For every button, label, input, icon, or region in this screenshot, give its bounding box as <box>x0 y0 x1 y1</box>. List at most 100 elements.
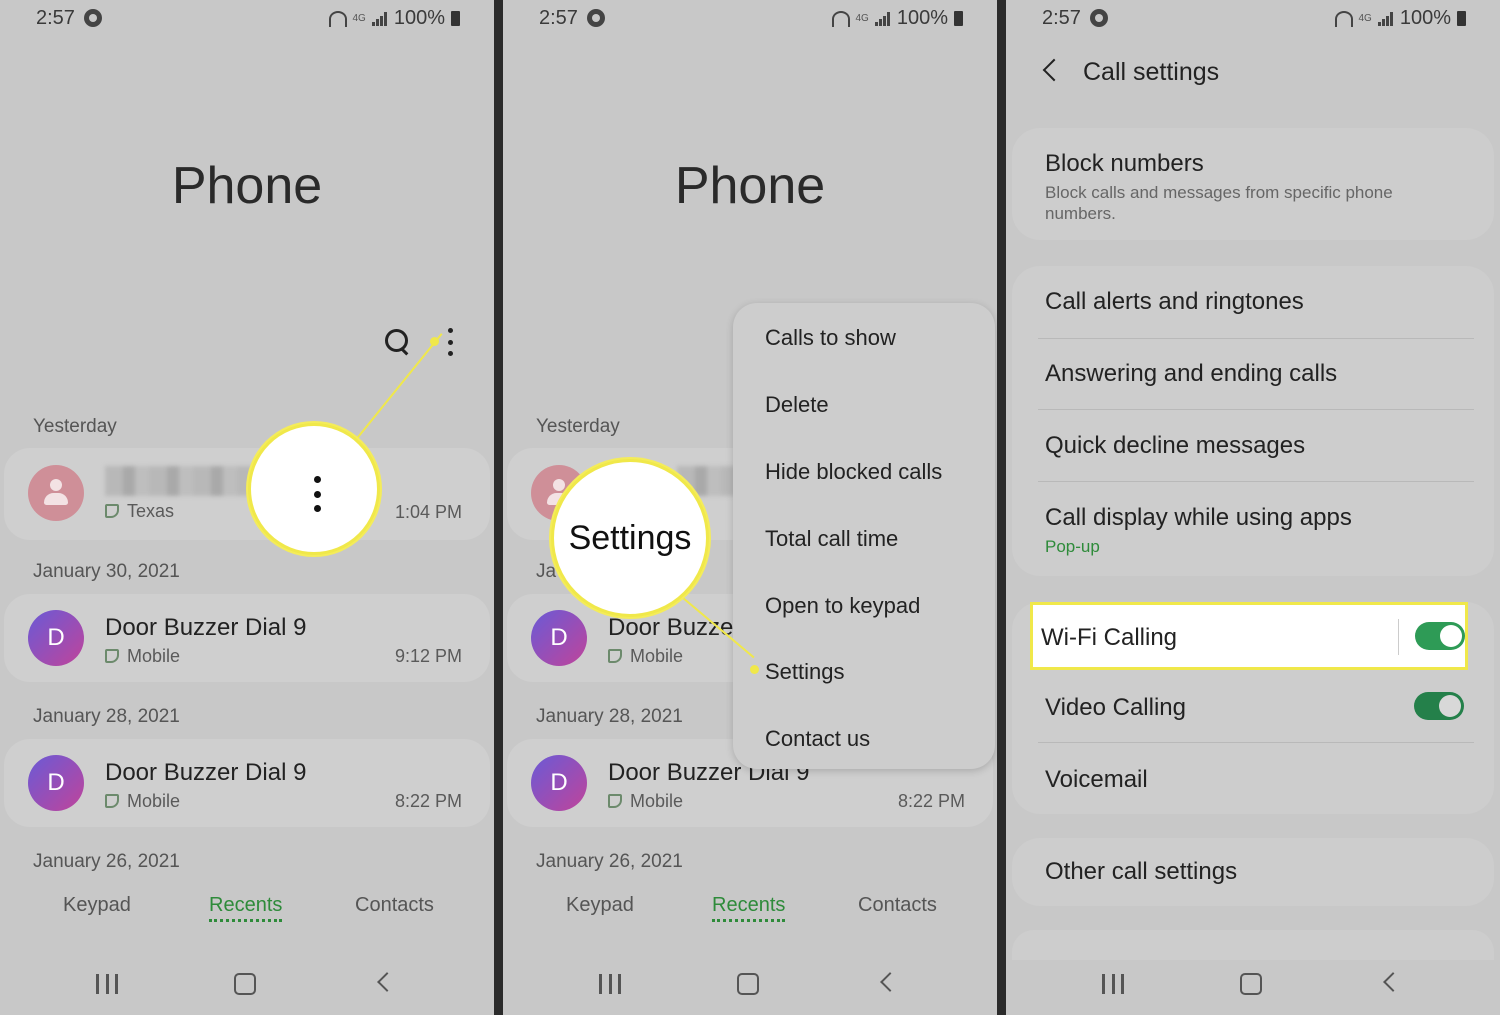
call-settings-panel: 2:57 4G 100% Call settings Block numbers… <box>1006 0 1500 1015</box>
system-nav-bar <box>0 966 494 1002</box>
back-arrow-icon[interactable] <box>1042 58 1066 82</box>
wifi-calling-label: Wi-Fi Calling <box>1041 624 1178 651</box>
bottom-tabs: Keypad Recents Contacts <box>0 894 494 926</box>
menu-item-settings[interactable]: Settings <box>765 659 845 685</box>
phone-recents-panel: 2:57 4G 100% Phone Yesterday Texas 1:04 … <box>0 0 494 1015</box>
signal-icon <box>371 11 388 26</box>
recent-apps-icon[interactable] <box>599 974 621 994</box>
call-alerts-item[interactable]: Call alerts and ringtones <box>1045 288 1304 316</box>
video-calling-toggle[interactable] <box>1414 692 1464 720</box>
other-call-settings-item[interactable]: Other call settings <box>1045 858 1237 886</box>
section-header: January 26, 2021 <box>33 851 180 872</box>
more-options-callout <box>248 423 380 555</box>
wifi-calling-status-icon <box>831 10 850 27</box>
settings-group-other: Other call settings <box>1012 838 1494 906</box>
avatar: D <box>28 610 84 666</box>
blocked-call-icon <box>105 504 119 518</box>
call-log-item[interactable]: D Door Buzzer Dial 9 Mobile 9:12 PM <box>4 594 490 682</box>
blurred-contact-name <box>105 466 255 496</box>
more-vert-icon <box>312 476 322 512</box>
battery-percent: 100% <box>896 7 948 29</box>
contact-name: Door Buzze <box>608 614 734 641</box>
menu-item-total-call-time[interactable]: Total call time <box>765 526 898 552</box>
callout-label: Settings <box>568 519 692 557</box>
tab-keypad[interactable]: Keypad <box>566 894 634 917</box>
back-icon[interactable] <box>377 972 397 992</box>
status-bar: 2:57 4G 100% <box>503 0 997 36</box>
battery-percent: 100% <box>1399 7 1451 29</box>
back-icon[interactable] <box>1383 972 1403 992</box>
recent-apps-icon[interactable] <box>1102 974 1124 994</box>
settings-group-calls: Call alerts and ringtones Answering and … <box>1012 266 1494 576</box>
call-log-item[interactable]: Texas 1:04 PM <box>4 448 490 540</box>
voicemail-item[interactable]: Voicemail <box>1045 766 1148 794</box>
back-icon[interactable] <box>880 972 900 992</box>
menu-item-calls-to-show[interactable]: Calls to show <box>765 325 896 351</box>
call-display-value: Pop-up <box>1045 537 1100 556</box>
wifi-calling-row[interactable]: Wi-Fi Calling <box>1030 602 1468 670</box>
section-header: January 28, 2021 <box>536 706 683 727</box>
tab-keypad[interactable]: Keypad <box>63 894 131 917</box>
network-type: 4G <box>855 13 869 24</box>
network-type: 4G <box>352 13 366 24</box>
status-time: 2:57 <box>36 7 75 29</box>
sync-icon <box>1090 9 1108 27</box>
quick-decline-item[interactable]: Quick decline messages <box>1045 432 1305 460</box>
avatar: D <box>531 610 587 666</box>
home-icon[interactable] <box>234 973 256 995</box>
more-options-button[interactable] <box>443 328 457 356</box>
tab-contacts[interactable]: Contacts <box>355 894 434 917</box>
incoming-call-icon <box>608 794 622 808</box>
search-button[interactable] <box>383 327 413 357</box>
wifi-calling-status-icon <box>328 10 347 27</box>
tab-recents[interactable]: Recents <box>209 894 283 922</box>
page-title: Call settings <box>1083 58 1220 86</box>
contact-name: Door Buzzer Dial 9 <box>105 759 307 786</box>
incoming-call-icon <box>105 649 119 663</box>
call-time: 9:12 PM <box>394 646 462 666</box>
recent-apps-icon[interactable] <box>96 974 118 994</box>
menu-item-open-to-keypad[interactable]: Open to keypad <box>765 593 920 619</box>
status-bar: 2:57 4G 100% <box>0 0 494 36</box>
menu-item-contact-us[interactable]: Contact us <box>765 726 870 752</box>
video-calling-item[interactable]: Video Calling <box>1045 694 1186 722</box>
call-log-item[interactable]: D Door Buzzer Dial 9 Mobile 8:22 PM <box>4 739 490 827</box>
answering-ending-item[interactable]: Answering and ending calls <box>1045 360 1337 388</box>
wifi-calling-status-icon <box>1334 10 1353 27</box>
overflow-menu: Calls to show Delete Hide blocked calls … <box>733 303 995 769</box>
signal-icon <box>1377 11 1394 26</box>
tab-contacts[interactable]: Contacts <box>858 894 937 917</box>
call-time: 8:22 PM <box>897 791 965 811</box>
menu-item-hide-blocked-calls[interactable]: Hide blocked calls <box>765 459 942 485</box>
wifi-calling-toggle[interactable] <box>1415 622 1465 650</box>
menu-item-delete[interactable]: Delete <box>765 392 829 418</box>
callout-pointer-dot <box>750 665 759 674</box>
call-location: Texas <box>127 501 175 521</box>
avatar: D <box>28 755 84 811</box>
avatar <box>28 465 84 521</box>
section-header: Ja <box>536 561 557 582</box>
status-time: 2:57 <box>539 7 578 29</box>
status-time: 2:57 <box>1042 7 1081 29</box>
avatar: D <box>531 755 587 811</box>
bottom-tabs: Keypad Recents Contacts <box>503 894 997 926</box>
section-header: January 28, 2021 <box>33 706 180 727</box>
call-type: Mobile <box>127 646 181 666</box>
home-icon[interactable] <box>1240 973 1262 995</box>
block-numbers-description: Block calls and messages from specific p… <box>1045 183 1393 223</box>
tab-recents[interactable]: Recents <box>712 894 786 922</box>
search-icon <box>385 329 408 352</box>
incoming-call-icon <box>608 649 622 663</box>
section-header: Yesterday <box>33 416 117 437</box>
home-icon[interactable] <box>737 973 759 995</box>
network-type: 4G <box>1358 13 1372 24</box>
section-header: Yesterday <box>536 416 620 437</box>
section-header: January 30, 2021 <box>33 561 180 582</box>
battery-icon <box>1457 11 1466 26</box>
call-display-item[interactable]: Call display while using apps <box>1045 504 1352 532</box>
contact-name: Door Buzzer Dial 9 <box>105 614 307 641</box>
section-header: January 26, 2021 <box>536 851 683 872</box>
sync-icon <box>587 9 605 27</box>
phone-menu-panel: 2:57 4G 100% Phone Yesterday Ja D Door B… <box>503 0 997 1015</box>
block-numbers-item[interactable]: Block numbers <box>1045 150 1204 178</box>
